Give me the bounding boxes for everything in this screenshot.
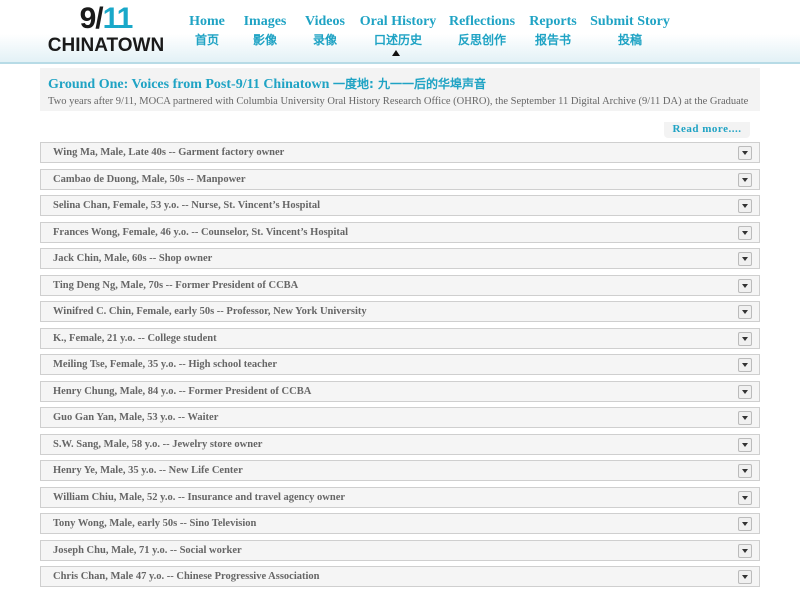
chevron-down-icon[interactable] bbox=[738, 570, 752, 584]
interview-item[interactable]: Jack Chin, Male, 60s -- Shop owner bbox=[40, 248, 760, 269]
interview-label: K., Female, 21 y.o. -- College student bbox=[53, 332, 217, 344]
interview-item[interactable]: Joseph Chu, Male, 71 y.o. -- Social work… bbox=[40, 539, 760, 561]
chevron-down-icon[interactable] bbox=[738, 464, 752, 478]
chevron-down-icon[interactable] bbox=[738, 411, 752, 425]
interview-label: Wing Ma, Male, Late 40s -- Garment facto… bbox=[53, 147, 285, 158]
interview-item[interactable]: Chris Chan, Male 47 y.o. -- Chinese Prog… bbox=[40, 566, 760, 587]
chevron-down-icon[interactable] bbox=[738, 278, 752, 293]
interview-item[interactable]: Selina Chan, Female, 53 y.o. -- Nurse, S… bbox=[40, 195, 760, 216]
interview-label: Cambao de Duong, Male, 50s -- Manpower bbox=[53, 173, 246, 185]
chevron-down-icon[interactable] bbox=[738, 225, 752, 240]
intro-panel: Ground One: Voices from Post-9/11 Chinat… bbox=[40, 68, 760, 111]
chevron-down-icon[interactable] bbox=[738, 199, 752, 213]
chevron-down-icon[interactable] bbox=[738, 305, 752, 319]
interview-item[interactable]: Wing Ma, Male, Late 40s -- Garment facto… bbox=[40, 142, 760, 163]
interview-label: William Chiu, Male, 52 y.o. -- Insurance… bbox=[53, 491, 346, 503]
logo-name: CHINATOWN bbox=[47, 35, 165, 56]
interview-label: Selina Chan, Female, 53 y.o. -- Nurse, S… bbox=[53, 200, 321, 211]
intro-text: Two years after 9/11, MOCA partnered wit… bbox=[48, 96, 749, 107]
nav-label: Oral History bbox=[359, 14, 437, 29]
logo[interactable]: 9/11 CHINATOWN bbox=[44, 2, 168, 56]
interview-item[interactable]: Frances Wong, Female, 46 y.o. -- Counsel… bbox=[40, 221, 760, 243]
chevron-down-icon[interactable] bbox=[738, 490, 752, 505]
interview-item[interactable]: Tony Wong, Male, early 50s -- Sino Telev… bbox=[40, 513, 760, 534]
interview-item[interactable]: Ting Deng Ng, Male, 70s -- Former Presid… bbox=[40, 274, 760, 296]
nav-videos[interactable]: Videos 录像 bbox=[305, 13, 345, 49]
interview-label: Jack Chin, Male, 60s -- Shop owner bbox=[53, 253, 213, 264]
interview-item[interactable]: Cambao de Duong, Male, 50s -- Manpower bbox=[40, 168, 760, 190]
interview-list: Wing Ma, Male, Late 40s -- Garment facto… bbox=[40, 142, 760, 593]
nav-label-zh: 录像 bbox=[312, 33, 337, 47]
nav-reflections[interactable]: Reflections 反思创作 bbox=[449, 13, 515, 49]
interview-item[interactable]: Winifred C. Chin, Female, early 50s -- P… bbox=[40, 301, 760, 322]
chevron-down-icon[interactable] bbox=[738, 331, 752, 346]
nav-label-zh: 投稿 bbox=[617, 33, 643, 47]
nav-label-zh: 报告书 bbox=[534, 33, 571, 47]
nav-home[interactable]: Home 首页 bbox=[189, 13, 225, 49]
active-indicator-icon bbox=[392, 50, 400, 56]
nav-label-zh: 口述历史 bbox=[373, 33, 423, 47]
nav-label: Home bbox=[189, 14, 225, 29]
interview-label: S.W. Sang, Male, 58 y.o. -- Jewelry stor… bbox=[53, 438, 263, 450]
interview-item[interactable]: K., Female, 21 y.o. -- College student bbox=[40, 327, 760, 349]
nav-oral-history[interactable]: Oral History 口述历史 bbox=[360, 13, 437, 49]
chevron-down-icon[interactable] bbox=[738, 358, 752, 372]
nav-label-zh: 首页 bbox=[194, 33, 220, 47]
interview-label: Frances Wong, Female, 46 y.o. -- Counsel… bbox=[53, 226, 349, 238]
nav-label-zh: 影像 bbox=[252, 33, 277, 47]
interview-label: Winifred C. Chin, Female, early 50s -- P… bbox=[53, 306, 367, 317]
chevron-down-icon[interactable] bbox=[738, 172, 752, 187]
nav-label: Images bbox=[243, 14, 287, 29]
logo-number: 9/ bbox=[79, 2, 104, 35]
interview-item[interactable]: Guo Gan Yan, Male, 53 y.o. -- Waiter bbox=[40, 407, 760, 428]
interview-label: Henry Ye, Male, 35 y.o. -- New Life Cent… bbox=[53, 465, 243, 476]
chevron-down-icon[interactable] bbox=[738, 384, 752, 399]
nav-submit-story[interactable]: Submit Story 投稿 bbox=[590, 13, 670, 49]
nav-label: Reports bbox=[529, 14, 577, 29]
interview-label: Ting Deng Ng, Male, 70s -- Former Presid… bbox=[53, 279, 299, 291]
interview-item[interactable]: William Chiu, Male, 52 y.o. -- Insurance… bbox=[40, 486, 760, 508]
interview-label: Meiling Tse, Female, 35 y.o. -- High sch… bbox=[53, 359, 277, 370]
interview-item[interactable]: Meiling Tse, Female, 35 y.o. -- High sch… bbox=[40, 354, 760, 375]
chevron-down-icon[interactable] bbox=[738, 146, 752, 160]
chevron-down-icon[interactable] bbox=[738, 252, 752, 266]
site-header: 9/11 CHINATOWN Home 首页 Images 影像 Videos 录像 Ora… bbox=[0, 0, 800, 64]
nav-label: Reflections bbox=[448, 14, 516, 29]
interview-label: Chris Chan, Male 47 y.o. -- Chinese Prog… bbox=[53, 571, 320, 582]
nav-reports[interactable]: Reports 报告书 bbox=[529, 13, 576, 49]
read-more-button[interactable]: Read more.... bbox=[664, 122, 750, 138]
intro-title: Ground One: Voices from Post-9/11 Chinat… bbox=[48, 77, 486, 92]
chevron-down-icon[interactable] bbox=[738, 543, 752, 558]
interview-item[interactable]: Henry Ye, Male, 35 y.o. -- New Life Cent… bbox=[40, 460, 760, 481]
interview-label: Tony Wong, Male, early 50s -- Sino Telev… bbox=[53, 518, 257, 529]
interview-item[interactable]: S.W. Sang, Male, 58 y.o. -- Jewelry stor… bbox=[40, 433, 760, 455]
logo-number-accent: 11 bbox=[102, 2, 134, 35]
interview-label: Joseph Chu, Male, 71 y.o. -- Social work… bbox=[53, 544, 242, 556]
chevron-down-icon[interactable] bbox=[738, 437, 752, 452]
nav-label: Videos bbox=[305, 14, 345, 29]
nav-images[interactable]: Images 影像 bbox=[244, 13, 287, 49]
chevron-down-icon[interactable] bbox=[738, 517, 752, 531]
interview-label: Henry Chung, Male, 84 y.o. -- Former Pre… bbox=[53, 385, 312, 397]
nav-label: Submit Story bbox=[590, 14, 670, 29]
interview-item[interactable]: Henry Chung, Male, 84 y.o. -- Former Pre… bbox=[40, 380, 760, 402]
nav-label-zh: 反思创作 bbox=[457, 33, 506, 47]
interview-label: Guo Gan Yan, Male, 53 y.o. -- Waiter bbox=[53, 412, 219, 423]
